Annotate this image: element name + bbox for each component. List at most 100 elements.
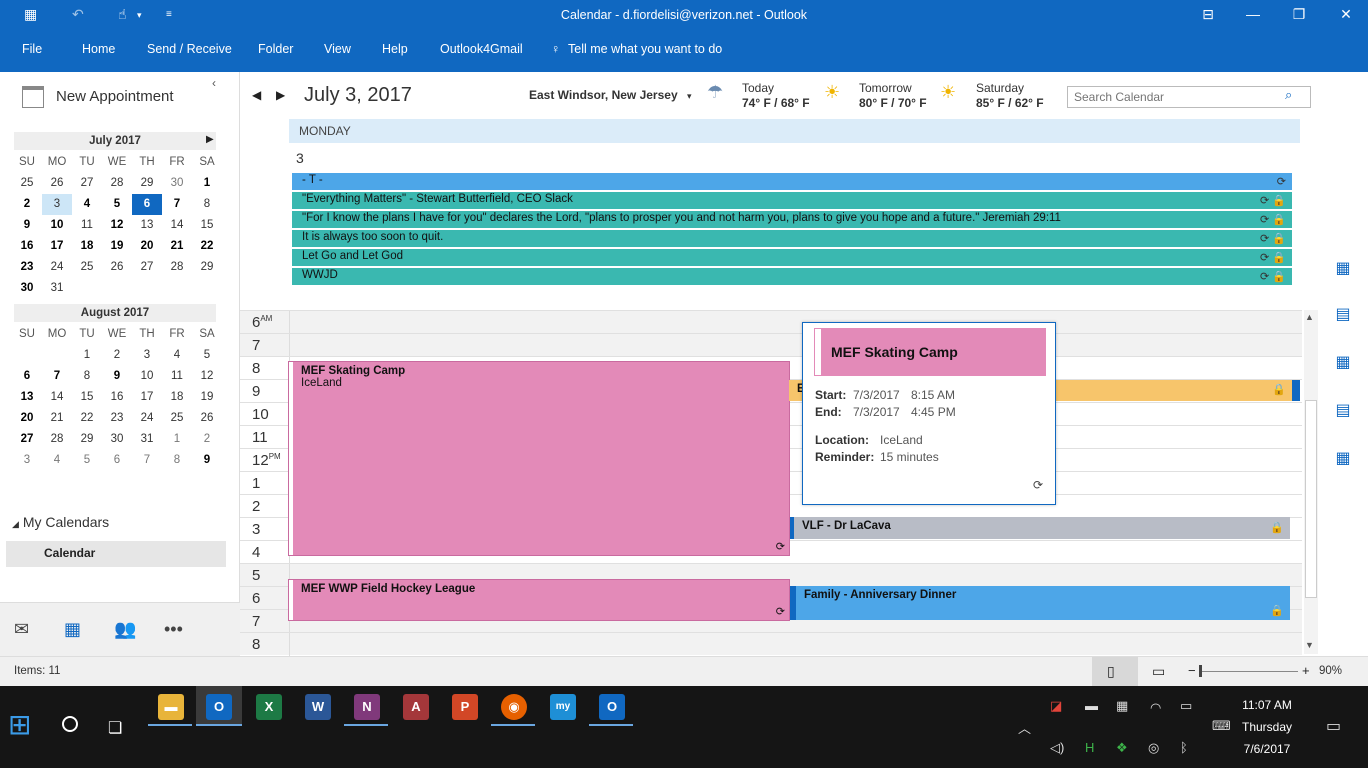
my-calendars-header[interactable]: ◢ My Calendars [12, 514, 109, 530]
access-icon[interactable]: A [403, 694, 429, 720]
scrollbar-thumb[interactable] [1305, 400, 1317, 598]
day-cell-today[interactable]: 6 [132, 194, 162, 215]
day-cell[interactable]: 10 [42, 215, 72, 236]
appointment-vlf[interactable]: VLF - Dr LaCava 🔒 [790, 517, 1290, 539]
dropbox-icon[interactable]: ❖ [1116, 740, 1128, 756]
day-cell[interactable]: 18 [162, 387, 192, 408]
day-cell[interactable]: 12 [102, 215, 132, 236]
tray-app-icon[interactable]: ▬ [1085, 698, 1098, 713]
reading-view-icon[interactable]: ▭ [1152, 663, 1165, 680]
mywork-icon[interactable]: my [550, 694, 576, 720]
all-day-event[interactable]: Let Go and Let God ⟳ 🔒 [289, 249, 1292, 266]
day-cell[interactable]: 16 [12, 236, 42, 257]
day-cell[interactable]: 27 [132, 257, 162, 278]
collapse-pane-icon[interactable]: ‹ [212, 76, 216, 90]
weather-location[interactable]: East Windsor, New Jersey ▾ [529, 88, 692, 102]
search-calendar-input[interactable] [1067, 86, 1311, 108]
onenote-icon[interactable]: N [354, 694, 380, 720]
tell-me-box[interactable]: Tell me what you want to do [568, 42, 722, 56]
day-cell[interactable]: 1 [72, 345, 102, 366]
show-hidden-icons[interactable]: ︿ [1018, 718, 1031, 737]
day-cell[interactable]: 26 [192, 408, 222, 429]
task-view-icon[interactable]: ❏ [108, 718, 122, 738]
day-cell[interactable]: 30 [12, 278, 42, 299]
zoom-in-icon[interactable]: + [1302, 663, 1310, 678]
calendar-day-icon[interactable]: ▦ [1331, 352, 1355, 374]
all-day-event[interactable]: "Everything Matters" - Stewart Butterfie… [289, 192, 1292, 209]
day-cell[interactable]: 15 [72, 387, 102, 408]
calendar-month-icon[interactable]: ▦ [1331, 448, 1355, 470]
clock-date[interactable]: 7/6/2017 [1232, 742, 1302, 756]
day-cell[interactable]: 20 [132, 236, 162, 257]
day-cell[interactable]: 28 [42, 429, 72, 450]
day-cell[interactable]: 3 [132, 345, 162, 366]
day-cell[interactable]: 12 [192, 366, 222, 387]
day-cell[interactable]: 22 [72, 408, 102, 429]
day-cell[interactable]: 9 [192, 450, 222, 471]
menu-outlook4gmail[interactable]: Outlook4Gmail [440, 42, 523, 56]
hour-row[interactable]: 6AM [240, 310, 1302, 334]
all-day-event[interactable]: WWJD ⟳ 🔒 [289, 268, 1292, 285]
day-cell[interactable]: 21 [42, 408, 72, 429]
menu-help[interactable]: Help [382, 42, 408, 56]
day-cell[interactable]: 15 [192, 215, 222, 236]
menu-file[interactable]: File [22, 42, 42, 56]
search-icon[interactable]: ⌕ [1285, 87, 1292, 103]
menu-home[interactable]: Home [82, 42, 115, 56]
day-cell[interactable]: 3 [12, 450, 42, 471]
day-cell[interactable]: 9 [102, 366, 132, 387]
ribbon-display-icon[interactable]: ⊟ [1198, 6, 1218, 23]
day-cell[interactable]: 23 [12, 257, 42, 278]
day-cell[interactable]: 13 [12, 387, 42, 408]
day-cell[interactable]: 23 [102, 408, 132, 429]
tray-h-icon[interactable]: H [1085, 740, 1094, 755]
day-cell[interactable]: 29 [132, 173, 162, 194]
zoom-out-icon[interactable]: − [1188, 663, 1196, 678]
cortana-icon[interactable] [62, 716, 78, 732]
day-cell[interactable]: 7 [162, 194, 192, 215]
prev-day-icon[interactable]: ◀ [252, 88, 261, 102]
day-cell[interactable]: 13 [132, 215, 162, 236]
tray-app-icon-2[interactable]: ◎ [1148, 740, 1159, 756]
day-cell[interactable]: 8 [192, 194, 222, 215]
next-day-icon[interactable]: ▶ [276, 88, 285, 102]
hour-row[interactable]: 7 [240, 333, 1302, 357]
firefox-icon[interactable]: ◉ [501, 694, 527, 720]
day-cell[interactable]: 4 [42, 450, 72, 471]
scroll-up-icon[interactable]: ▲ [1305, 312, 1314, 322]
day-cell[interactable]: 7 [42, 366, 72, 387]
zoom-slider[interactable] [1202, 671, 1298, 672]
day-cell[interactable]: 28 [102, 173, 132, 194]
input-method-icon[interactable]: ▦ [1116, 698, 1128, 714]
close-icon[interactable]: ✕ [1336, 6, 1356, 23]
day-cell[interactable]: 2 [12, 194, 42, 215]
day-cell[interactable]: 1 [192, 173, 222, 194]
day-cell[interactable]: 30 [102, 429, 132, 450]
scroll-down-icon[interactable]: ▼ [1305, 640, 1314, 650]
day-cell[interactable]: 11 [162, 366, 192, 387]
outlook-icon[interactable]: O [206, 694, 232, 720]
volume-icon[interactable]: ◁) [1050, 740, 1064, 756]
clock-time[interactable]: 11:07 AM [1232, 698, 1302, 712]
file-explorer-icon[interactable]: ▬ [158, 694, 184, 720]
day-cell[interactable]: 7 [132, 450, 162, 471]
day-cell[interactable]: 4 [72, 194, 102, 215]
day-cell[interactable]: 19 [192, 387, 222, 408]
day-cell[interactable]: 18 [72, 236, 102, 257]
day-cell[interactable]: 6 [102, 450, 132, 471]
day-cell[interactable]: 5 [192, 345, 222, 366]
all-day-event[interactable]: - T - ⟳ [289, 173, 1292, 190]
action-center-icon[interactable]: ▭ [1326, 716, 1341, 736]
day-cell[interactable]: 8 [72, 366, 102, 387]
day-cell[interactable]: 8 [162, 450, 192, 471]
calendar-nav-icon[interactable]: ▦ [64, 619, 81, 640]
all-day-event[interactable]: "For I know the plans I have for you" de… [289, 211, 1292, 228]
excel-icon[interactable]: X [256, 694, 282, 720]
day-cell[interactable]: 29 [192, 257, 222, 278]
hour-row[interactable]: 8 [240, 632, 1302, 656]
calendar-week-icon[interactable]: ▤ [1331, 400, 1355, 422]
day-cell[interactable]: 25 [162, 408, 192, 429]
day-cell[interactable]: 16 [102, 387, 132, 408]
day-cell[interactable]: 26 [42, 173, 72, 194]
day-cell[interactable]: 4 [162, 345, 192, 366]
